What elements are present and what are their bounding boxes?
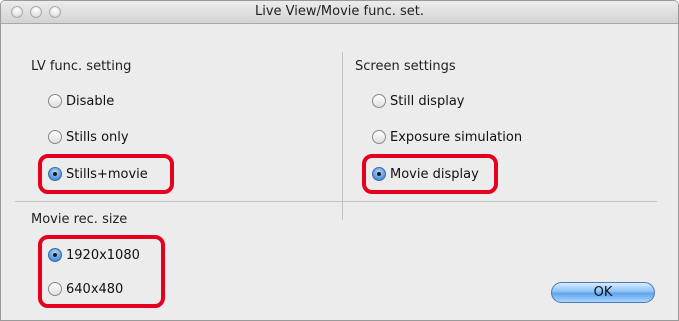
lv-func-setting-heading: LV func. setting bbox=[31, 59, 132, 74]
radio-exposure-simulation[interactable]: Exposure simulation bbox=[372, 128, 522, 146]
radio-disable-circle[interactable] bbox=[48, 94, 62, 108]
radio-stills-only-label: Stills only bbox=[66, 129, 129, 145]
radio-stills-only-circle[interactable] bbox=[48, 130, 62, 144]
movie-display-highlight bbox=[362, 154, 498, 194]
dialog-content: LV func. setting Disable Stills only Sti… bbox=[1, 24, 678, 320]
window-title: Live View/Movie func. set. bbox=[255, 4, 424, 19]
radio-exposure-simulation-circle[interactable] bbox=[372, 130, 386, 144]
dialog-window: Live View/Movie func. set. LV func. sett… bbox=[0, 0, 679, 321]
screen-settings-heading: Screen settings bbox=[355, 59, 456, 74]
movie-rec-size-heading: Movie rec. size bbox=[31, 212, 128, 227]
stills-movie-highlight bbox=[38, 154, 174, 194]
radio-exposure-simulation-label: Exposure simulation bbox=[390, 129, 523, 145]
radio-still-display-label: Still display bbox=[390, 93, 465, 109]
radio-still-display[interactable]: Still display bbox=[372, 92, 464, 110]
movie-size-highlight bbox=[38, 235, 165, 308]
group-divider-horizontal bbox=[15, 201, 657, 202]
radio-stills-only[interactable]: Stills only bbox=[48, 128, 129, 146]
title-bar[interactable]: Live View/Movie func. set. bbox=[1, 1, 678, 24]
radio-disable[interactable]: Disable bbox=[48, 92, 114, 110]
ok-button[interactable]: OK bbox=[551, 282, 655, 303]
radio-disable-label: Disable bbox=[66, 93, 115, 109]
group-divider-vertical bbox=[342, 52, 343, 220]
radio-still-display-circle[interactable] bbox=[372, 94, 386, 108]
